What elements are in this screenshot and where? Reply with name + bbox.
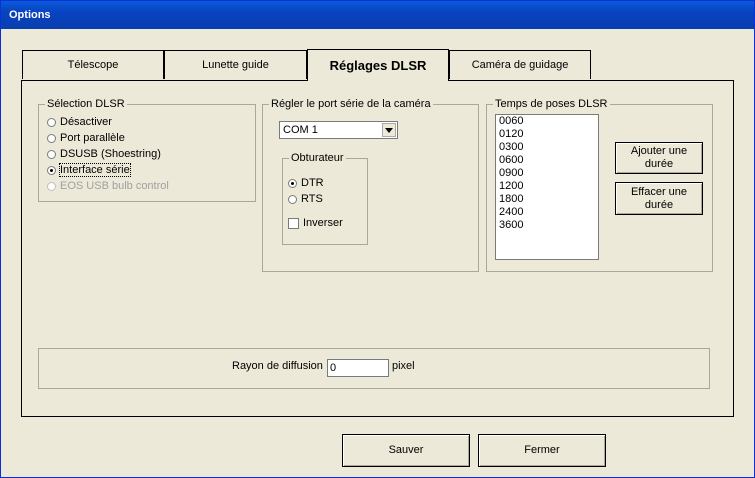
list-item[interactable]: 1800: [496, 193, 598, 206]
list-item[interactable]: 3600: [496, 219, 598, 232]
title-bar[interactable]: Options: [1, 1, 754, 29]
radio-dtr[interactable]: DTR: [288, 177, 324, 189]
checkbox-label: Inverser: [303, 217, 343, 229]
radio-label: Interface série: [59, 163, 131, 177]
checkbox-icon[interactable]: [288, 217, 299, 229]
delete-duration-button[interactable]: Effacer une durée: [615, 182, 703, 215]
radio-disable[interactable]: Désactiver: [47, 116, 112, 128]
radio-button-icon[interactable]: [288, 194, 297, 204]
tab-telescope[interactable]: Télescope: [22, 50, 164, 79]
list-item[interactable]: 0300: [496, 141, 598, 154]
diffusion-label: Rayon de diffusion :: [232, 360, 330, 372]
save-button[interactable]: Sauver: [342, 434, 470, 467]
diffusion-unit: pixel: [392, 360, 415, 372]
shutter-legend: Obturateur: [291, 152, 344, 164]
diffusion-radius-value: 0: [330, 362, 337, 374]
radio-button-selected-icon[interactable]: [47, 165, 56, 175]
com-port-select[interactable]: COM 1: [279, 121, 398, 139]
radio-label: Désactiver: [60, 116, 112, 128]
radio-label: EOS USB bulb control: [60, 180, 169, 192]
radio-button-icon[interactable]: [47, 117, 56, 127]
close-button[interactable]: Fermer: [478, 434, 606, 467]
radio-button-icon: [47, 181, 56, 191]
exposure-times-legend: Temps de poses DLSR: [495, 98, 608, 110]
list-item[interactable]: 1200: [496, 180, 598, 193]
list-item[interactable]: 0900: [496, 167, 598, 180]
radio-rts[interactable]: RTS: [288, 193, 323, 205]
radio-label: Port parallèle: [60, 132, 125, 144]
dslr-selection-legend: Sélection DLSR: [47, 98, 125, 110]
tab-panel-dslr: Sélection DLSR Désactiver Port parallèle…: [21, 80, 734, 417]
radio-label: DTR: [301, 177, 324, 189]
radio-label: RTS: [301, 193, 323, 205]
exposure-times-list[interactable]: 0060 0120 0300 0600 0900 1200 1800 2400 …: [495, 114, 599, 260]
com-port-value: COM 1: [283, 124, 318, 136]
radio-label: DSUSB (Shoestring): [60, 148, 161, 160]
chevron-down-icon[interactable]: [382, 123, 396, 137]
dialog-client-area: Télescope Lunette guide Réglages DLSR Ca…: [4, 29, 751, 476]
radio-eos-usb-bulb: EOS USB bulb control: [47, 180, 169, 192]
list-item[interactable]: 2400: [496, 206, 598, 219]
diffusion-radius-input[interactable]: 0: [327, 359, 389, 377]
list-item[interactable]: 0600: [496, 154, 598, 167]
list-item[interactable]: 0120: [496, 128, 598, 141]
radio-serial-interface[interactable]: Interface série: [47, 163, 131, 177]
invert-checkbox[interactable]: Inverser: [288, 217, 343, 229]
tab-guide-scope[interactable]: Lunette guide: [164, 50, 307, 79]
radio-button-icon[interactable]: [47, 133, 56, 143]
radio-button-icon[interactable]: [47, 149, 56, 159]
add-duration-button[interactable]: Ajouter une durée: [615, 142, 703, 174]
radio-button-selected-icon[interactable]: [288, 178, 297, 188]
radio-dsusb[interactable]: DSUSB (Shoestring): [47, 148, 161, 160]
tab-dslr-settings[interactable]: Réglages DLSR: [307, 49, 449, 81]
list-item[interactable]: 0060: [496, 115, 598, 128]
tab-guide-camera[interactable]: Caméra de guidage: [449, 50, 591, 79]
window-title: Options: [9, 9, 51, 21]
serial-port-legend: Régler le port série de la caméra: [271, 98, 431, 110]
options-window: Options Télescope Lunette guide Réglages…: [0, 0, 755, 478]
radio-parallel-port[interactable]: Port parallèle: [47, 132, 125, 144]
